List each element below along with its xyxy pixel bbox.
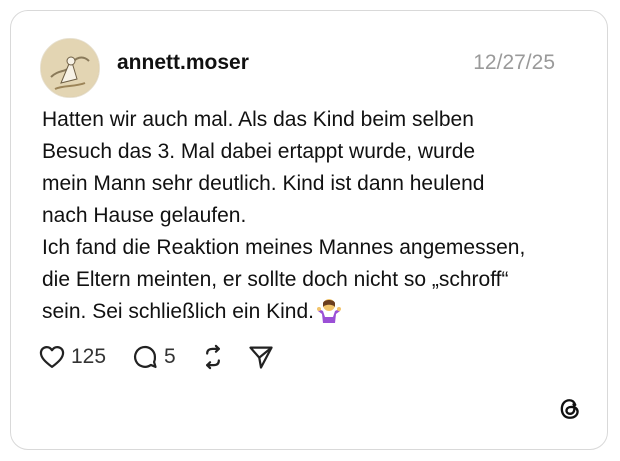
person-shrugging-emoji [316,297,342,333]
post-text-last-line: sein. Sei schließlich ein Kind. [42,296,582,333]
avatar[interactable] [40,38,100,98]
avatar-image [41,39,99,97]
heart-icon [39,345,65,369]
post-date: 12/27/25 [473,51,555,74]
reply-count: 5 [164,345,176,368]
like-button[interactable]: 125 [38,343,106,371]
repost-icon [206,344,220,370]
comment-icon [134,345,157,369]
post-text: Hatten wir auch mal. Als das Kind beim s… [42,104,582,333]
post-text-line: sein. Sei schließlich ein Kind. [42,300,314,323]
threads-logo-icon[interactable] [556,395,584,428]
post-text-line: nach Hause gelaufen. [42,204,247,227]
post-text-line: die Eltern meinten, er sollte doch nicht… [42,268,509,291]
like-count: 125 [71,345,107,368]
share-button[interactable] [247,343,275,371]
repost-button[interactable] [199,343,227,371]
post-text-line: Besuch das 3. Mal dabei ertappt wurde, w… [42,140,476,163]
send-icon [249,346,273,369]
post-text-line: mein Mann sehr deutlich. Kind ist dann h… [42,172,485,195]
username[interactable]: annett.moser [117,51,249,75]
reply-button[interactable]: 5 [131,343,176,371]
post-text-line: Hatten wir auch mal. Als das Kind beim s… [42,108,474,131]
post-text-line: Ich fand die Reaktion meines Mannes ange… [42,236,526,259]
